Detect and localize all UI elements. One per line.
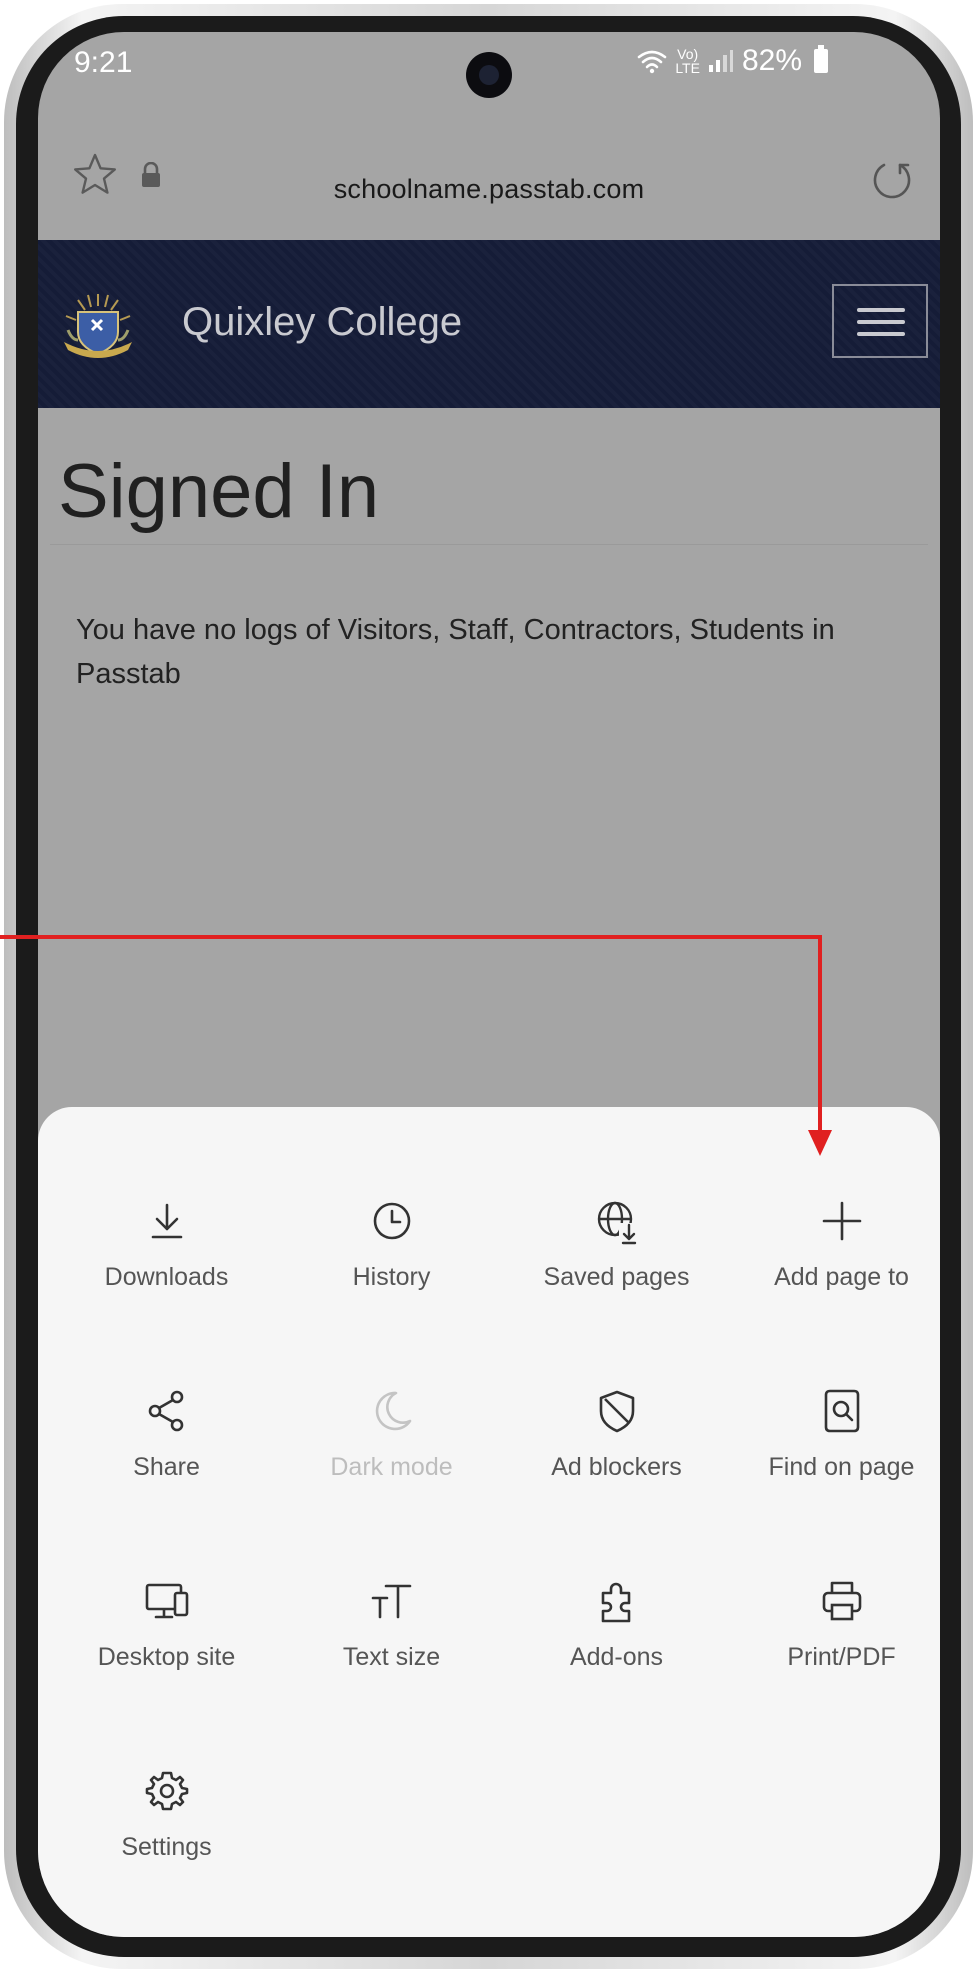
menu-item-label: Add page to — [774, 1263, 909, 1291]
battery-icon — [814, 45, 828, 73]
share-icon — [148, 1390, 183, 1432]
gear-icon — [145, 1771, 188, 1811]
status-bar: 9:21 Vo) LTE 82% — [38, 32, 940, 122]
hamburger-menu-button[interactable] — [832, 284, 928, 358]
menu-item-text-size[interactable]: Text size — [279, 1547, 504, 1687]
menu-item-label: Text size — [342, 1643, 441, 1671]
menu-item-settings[interactable]: Settings — [54, 1737, 279, 1877]
text-size-icon — [371, 1584, 411, 1619]
menu-item-history[interactable]: History — [279, 1167, 504, 1307]
status-time: 9:21 — [74, 46, 133, 79]
menu-item-label: History — [352, 1263, 431, 1291]
site-name[interactable]: Quixley College — [182, 300, 462, 345]
hamburger-bar — [857, 320, 905, 324]
menu-item-add-page-to[interactable]: Add page to — [729, 1167, 940, 1307]
menu-item-label: Dark mode — [330, 1453, 453, 1481]
browser-address-bar: schoolname.passtab.com — [38, 122, 940, 240]
clock-icon — [373, 1202, 410, 1240]
menu-item-saved-pages[interactable]: Saved pages — [504, 1167, 729, 1307]
menu-item-downloads[interactable]: Downloads — [54, 1167, 279, 1307]
search-page-icon — [824, 1389, 859, 1433]
menu-item-label: Print/PDF — [787, 1643, 896, 1671]
menu-item-dark-mode[interactable]: Dark mode — [279, 1357, 504, 1497]
menu-item-desktop-site[interactable]: Desktop site — [54, 1547, 279, 1687]
shield-icon — [599, 1390, 634, 1433]
status-indicators: Vo) LTE 82% — [637, 44, 828, 78]
menu-item-print-pdf[interactable]: Print/PDF — [729, 1547, 940, 1687]
menu-item-find-on-page[interactable]: Find on page — [729, 1357, 940, 1497]
menu-item-label: Downloads — [104, 1263, 229, 1291]
reload-icon[interactable] — [870, 158, 914, 202]
site-header: Quixley College — [38, 240, 940, 408]
browser-menu-sheet: Downloads History Saved pages Add page t… — [38, 1107, 940, 1937]
menu-item-label: Ad blockers — [551, 1453, 682, 1481]
globe-download-icon — [597, 1201, 639, 1245]
menu-item-label: Find on page — [768, 1453, 915, 1481]
title-divider — [50, 544, 928, 545]
moon-icon — [375, 1391, 411, 1431]
menu-item-share[interactable]: Share — [54, 1357, 279, 1497]
url-text[interactable]: schoolname.passtab.com — [38, 174, 940, 205]
battery-percent: 82% — [741, 44, 802, 77]
menu-item-label: Desktop site — [97, 1643, 236, 1671]
front-camera — [466, 52, 512, 98]
hamburger-bar — [857, 332, 905, 336]
download-icon — [151, 1203, 182, 1239]
hamburger-bar — [857, 308, 905, 312]
empty-logs-message: You have no logs of Visitors, Staff, Con… — [76, 614, 835, 690]
menu-item-add-ons[interactable]: Add-ons — [504, 1547, 729, 1687]
printer-icon — [822, 1581, 861, 1621]
network-type: Vo) LTE — [675, 46, 700, 76]
phone-screen: 9:21 Vo) LTE 82% schoolname.passtab.com … — [38, 32, 940, 1937]
wifi-icon — [638, 50, 667, 74]
puzzle-icon — [601, 1582, 630, 1623]
menu-item-label: Add-ons — [569, 1643, 664, 1671]
menu-item-label: Settings — [121, 1833, 212, 1861]
menu-item-label: Saved pages — [543, 1263, 690, 1291]
signal-icon — [708, 50, 733, 72]
menu-item-ad-blockers[interactable]: Ad blockers — [504, 1357, 729, 1497]
college-crest-logo[interactable] — [58, 290, 138, 364]
page-title: Signed In — [58, 449, 380, 534]
page-content: Signed In You have no logs of Visitors, … — [38, 408, 940, 1138]
monitor-icon — [145, 1583, 188, 1619]
menu-item-label: Share — [133, 1453, 200, 1481]
plus-icon — [822, 1201, 861, 1241]
